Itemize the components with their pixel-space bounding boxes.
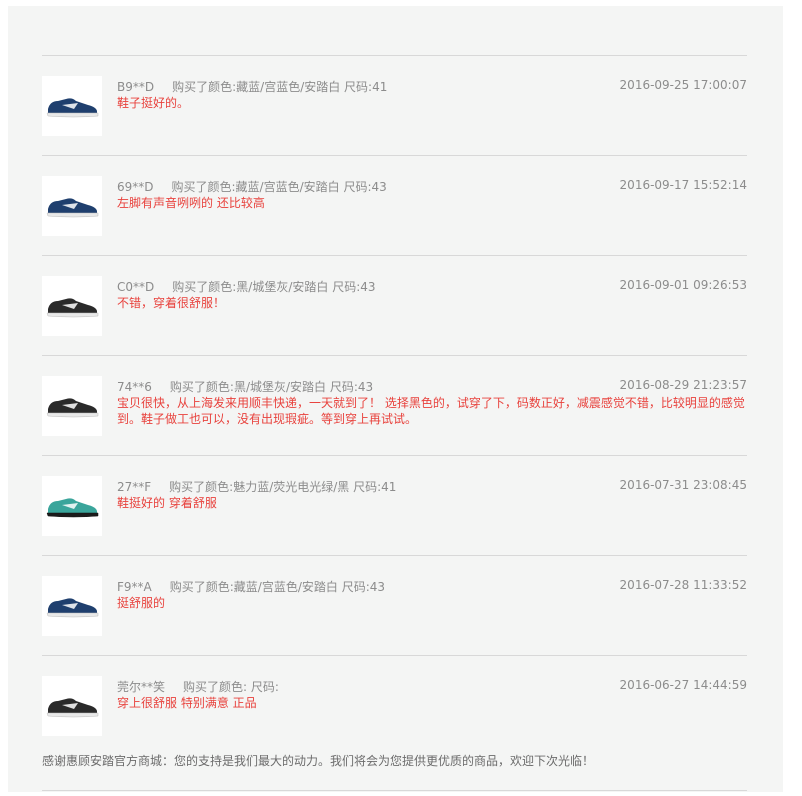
- review-meta: B9**D 购买了颜色:藏蓝/宫蓝色/安踏白 尺码:41: [117, 78, 387, 95]
- purchase-spec: 购买了颜色:藏蓝/宫蓝色/安踏白 尺码:41: [172, 80, 388, 94]
- review-date: 2016-08-29 21:23:57: [619, 378, 747, 392]
- review-comment: 鞋子挺好的。: [117, 96, 190, 110]
- reviewer-name: B9**D: [117, 80, 155, 94]
- review-comment: 挺舒服的: [117, 596, 166, 610]
- product-thumbnail[interactable]: [42, 576, 102, 636]
- review-comment: 鞋挺好的 穿着舒服: [117, 496, 217, 510]
- product-thumbnail[interactable]: [42, 376, 102, 436]
- reviewer-name: F9**A: [117, 580, 152, 594]
- shoe-icon: [46, 198, 99, 218]
- purchase-spec: 购买了颜色:藏蓝/宫蓝色/安踏白 尺码:43: [169, 580, 386, 594]
- review-item: 莞尔**笑 购买了颜色: 尺码: 2016-06-27 14:44:59 穿上很舒…: [42, 656, 747, 796]
- review-comment: 穿上很舒服 特别满意 正品: [117, 696, 257, 710]
- shoe-icon: [46, 598, 99, 618]
- review-date: 2016-06-27 14:44:59: [619, 678, 747, 692]
- reviewer-name: C0**D: [117, 280, 155, 294]
- review-meta: F9**A 购买了颜色:藏蓝/宫蓝色/安踏白 尺码:43: [117, 578, 385, 595]
- shoe-icon: [46, 98, 99, 118]
- purchase-spec: 购买了颜色: 尺码:: [183, 680, 279, 694]
- review-date: 2016-09-17 15:52:14: [619, 178, 747, 192]
- review-meta: C0**D 购买了颜色:黑/城堡灰/安踏白 尺码:43: [117, 278, 376, 295]
- review-meta: 莞尔**笑 购买了颜色: 尺码:: [117, 678, 279, 695]
- reviewer-name: 74**6: [117, 380, 152, 394]
- review-date: 2016-07-28 11:33:52: [619, 578, 747, 592]
- review-comment: 不错，穿着很舒服！: [117, 296, 226, 310]
- review-date: 2016-07-31 23:08:45: [619, 478, 747, 492]
- divider: [42, 790, 747, 791]
- purchase-spec: 购买了颜色:黑/城堡灰/安踏白 尺码:43: [169, 380, 374, 394]
- reviewer-name: 莞尔**笑: [117, 680, 166, 694]
- product-thumbnail[interactable]: [42, 276, 102, 336]
- review-date: 2016-09-01 09:26:53: [619, 278, 747, 292]
- shoe-icon: [46, 698, 99, 718]
- purchase-spec: 购买了颜色:藏蓝/宫蓝色/安踏白 尺码:43: [171, 180, 387, 194]
- review-date: 2016-09-25 17:00:07: [619, 78, 747, 92]
- shoe-icon: [46, 298, 99, 318]
- shoe-icon: [46, 498, 99, 518]
- product-thumbnail[interactable]: [42, 176, 102, 236]
- review-comment: 宝贝很快，从上海发来用顺丰快递，一天就到了！ 选择黑色的，试穿了下，码数正好，减…: [117, 396, 745, 426]
- review-meta: 27**F 购买了颜色:魅力蓝/荧光电光绿/黑 尺码:41: [117, 478, 396, 495]
- review-item: 74**6 购买了颜色:黑/城堡灰/安踏白 尺码:43 2016-08-29 21…: [42, 356, 747, 456]
- review-item: 69**D 购买了颜色:藏蓝/宫蓝色/安踏白 尺码:43 2016-09-17 1…: [42, 156, 747, 256]
- review-meta: 74**6 购买了颜色:黑/城堡灰/安踏白 尺码:43: [117, 378, 373, 395]
- review-list: B9**D 购买了颜色:藏蓝/宫蓝色/安踏白 尺码:41 2016-09-25 1…: [42, 55, 747, 796]
- product-thumbnail[interactable]: [42, 476, 102, 536]
- review-item: B9**D 购买了颜色:藏蓝/宫蓝色/安踏白 尺码:41 2016-09-25 1…: [42, 56, 747, 156]
- review-item: C0**D 购买了颜色:黑/城堡灰/安踏白 尺码:43 2016-09-01 09…: [42, 256, 747, 356]
- review-meta: 69**D 购买了颜色:藏蓝/宫蓝色/安踏白 尺码:43: [117, 178, 387, 195]
- review-item: F9**A 购买了颜色:藏蓝/宫蓝色/安踏白 尺码:43 2016-07-28 1…: [42, 556, 747, 656]
- purchase-spec: 购买了颜色:魅力蓝/荧光电光绿/黑 尺码:41: [169, 480, 397, 494]
- reviewer-name: 69**D: [117, 180, 154, 194]
- shoe-icon: [46, 398, 99, 418]
- product-thumbnail[interactable]: [42, 76, 102, 136]
- review-comment: 左脚有声音咧咧的 还比较高: [117, 196, 265, 210]
- review-item: 27**F 购买了颜色:魅力蓝/荧光电光绿/黑 尺码:41 2016-07-31 …: [42, 456, 747, 556]
- seller-reply: 感谢惠顾安踏官方商城：您的支持是我们最大的动力。我们将会为您提供更优质的商品，欢…: [42, 754, 595, 768]
- product-thumbnail[interactable]: [42, 676, 102, 736]
- reviewer-name: 27**F: [117, 480, 152, 494]
- purchase-spec: 购买了颜色:黑/城堡灰/安踏白 尺码:43: [172, 280, 376, 294]
